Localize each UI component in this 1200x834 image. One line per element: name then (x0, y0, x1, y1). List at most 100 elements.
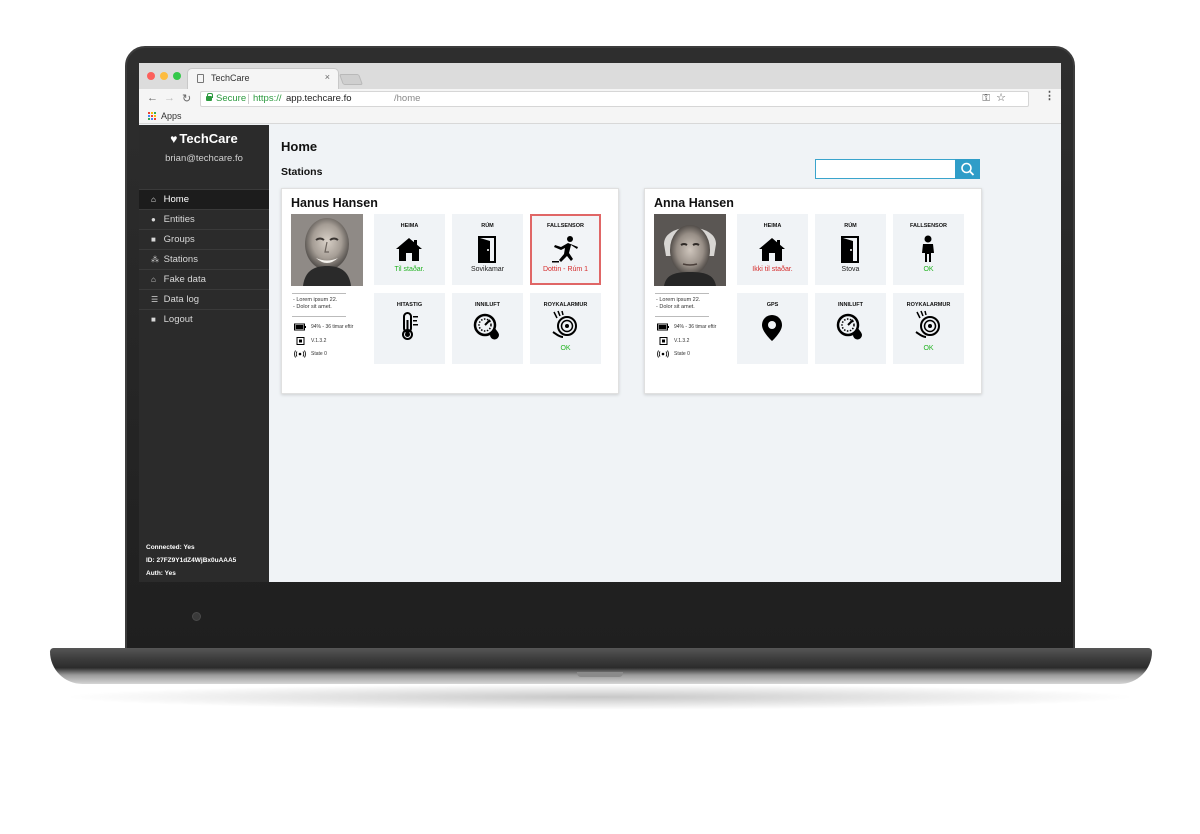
tile-fallsensor[interactable]: FALLSENSOR OK (893, 214, 964, 285)
key-icon[interactable]: ⚿ (982, 92, 990, 106)
secure-label: Secure (216, 93, 247, 104)
tile-status: Dottin - Rúm 1 (542, 266, 589, 273)
tile-label: INNILUFT (837, 302, 864, 308)
tile-fallsensor[interactable]: FALLSENSOR Dottin - Rúm 1 (530, 214, 601, 285)
apps-bookmark[interactable]: Apps (161, 111, 182, 121)
map-pin-icon (758, 314, 786, 342)
signal-icon (294, 350, 306, 358)
apps-grid-icon[interactable] (148, 112, 157, 121)
resident-photo (654, 214, 726, 286)
falling-person-icon (551, 235, 579, 263)
search-button[interactable] (955, 159, 980, 179)
lock-icon (206, 93, 213, 101)
sidebar-item-entities[interactable]: ● Entities (139, 209, 269, 229)
tile-roykalarmur[interactable]: ROYKALARMUR OK (893, 293, 964, 364)
station-card[interactable]: Hanus Hansen - Lorem ipsum 22. - Dolor s… (281, 188, 619, 394)
resident-note: - Lorem ipsum 22. (656, 297, 701, 303)
sidebar-item-fake-data[interactable]: ⌂ Fake data (139, 269, 269, 289)
tile-roykalarmur[interactable]: ROYKALARMUR OK (530, 293, 601, 364)
tile-status: Sovikamar (470, 266, 505, 273)
tile-rum[interactable]: RÚM Stova (815, 214, 886, 285)
laptop-lid-notch (577, 672, 623, 677)
humidity-gauge-icon (836, 313, 864, 341)
url-path: /home (394, 93, 421, 104)
tile-inniluft[interactable]: INNILUFT (815, 293, 886, 364)
sidebar: ♥ TechCare brian@techcare.fo ⌂ Home ● Ent… (139, 125, 269, 582)
sidebar-item-stations[interactable]: ⁂ Stations (139, 249, 269, 269)
tile-heima[interactable]: HEIMA Til staðar. (374, 214, 445, 285)
lock-icon: ■ (151, 315, 156, 324)
home-icon: ⌂ (151, 195, 156, 204)
section-title: Stations (281, 166, 323, 178)
firmware-version: V.1.3.2 (311, 338, 327, 344)
tile-heima[interactable]: HEIMA Ikki til staðar. (737, 214, 808, 285)
status-auth: Auth: Yes (146, 570, 176, 577)
resident-note: - Dolor sit amet. (293, 304, 332, 310)
tile-status: Ikki til staðar. (752, 266, 793, 273)
tile-gps[interactable]: GPS (737, 293, 808, 364)
sidebar-item-label: Entities (163, 214, 195, 225)
divider (292, 316, 346, 317)
connection-status: Connected: Yes ID: 27FZ9Y1dZ4WjBx0uAAA5 … (146, 541, 236, 580)
battery-status: 94% - 36 timar eftir (311, 324, 354, 330)
sidebar-item-data-log[interactable]: ☰ Data log (139, 289, 269, 309)
sidebar-item-groups[interactable]: ■ Groups (139, 229, 269, 249)
signal-icon (657, 350, 669, 358)
sidebar-item-logout[interactable]: ■ Logout (139, 309, 269, 329)
tile-hitastig[interactable]: HITASTIG (374, 293, 445, 364)
brand-logo[interactable]: ♥ TechCare (139, 131, 269, 146)
station-name: Hanus Hansen (291, 196, 378, 210)
tile-rum[interactable]: RÚM Sovikamar (452, 214, 523, 285)
station-card[interactable]: Anna Hansen - Lorem ipsum 22. - Dolor si… (644, 188, 982, 394)
close-window-icon[interactable] (147, 72, 155, 80)
tile-label: HEIMA (763, 223, 782, 229)
divider (655, 316, 709, 317)
status-connected: Connected: Yes (146, 544, 195, 551)
browser-menu-icon[interactable]: ⋮ (1044, 89, 1055, 102)
new-tab-button[interactable] (338, 74, 364, 85)
door-icon (473, 235, 501, 263)
main-content: Home Stations Hanus Hansen - Lorem ipsum… (269, 125, 1061, 582)
address-bar[interactable]: Secure https:// app.techcare.fo /home ⚿ … (200, 91, 1029, 107)
tile-status: Stova (841, 266, 860, 273)
station-name: Anna Hansen (654, 196, 734, 210)
firmware-version: V.1.3.2 (674, 338, 690, 344)
divider (292, 293, 346, 294)
smoke-alarm-icon (914, 310, 942, 338)
bookmark-star-icon[interactable]: ☆ (996, 91, 1006, 105)
sitemap-icon: ⁂ (151, 255, 159, 264)
sidebar-item-home[interactable]: ⌂ Home (139, 189, 269, 209)
house-icon (758, 235, 786, 263)
sidebar-item-label: Fake data (163, 274, 206, 285)
sidebar-item-label: Stations (163, 254, 198, 265)
resident-notes: - Lorem ipsum 22. - Dolor sit amet. (656, 297, 700, 311)
resident-notes: - Lorem ipsum 22. - Dolor sit amet. (293, 297, 337, 311)
tile-label: GPS (766, 302, 779, 308)
user-icon: ● (151, 215, 156, 224)
tab-close-icon[interactable]: × (325, 72, 330, 82)
browser-tab-bar: TechCare × (139, 63, 1061, 89)
resident-note: - Dolor sit amet. (656, 304, 695, 310)
laptop-shadow (60, 684, 1140, 710)
browser-tab[interactable]: TechCare × (187, 68, 339, 89)
webcam-icon (192, 612, 201, 621)
laptop-base (50, 648, 1152, 684)
user-email: brian@techcare.fo (165, 153, 243, 164)
tile-label: RÚM (844, 223, 857, 229)
techcare-app: ♥ TechCare brian@techcare.fo ⌂ Home ● Ent… (139, 125, 1061, 582)
reload-icon[interactable]: ↻ (182, 92, 191, 105)
minimize-window-icon[interactable] (160, 72, 168, 80)
back-icon[interactable]: ← (147, 92, 158, 104)
forward-icon[interactable]: → (164, 92, 175, 104)
maximize-window-icon[interactable] (173, 72, 181, 80)
battery-icon (294, 323, 306, 331)
sidebar-nav: ⌂ Home ● Entities ■ Groups ⁂ Stations ⌂ (139, 189, 269, 329)
page-title: Home (281, 139, 318, 154)
tile-inniluft[interactable]: INNILUFT (452, 293, 523, 364)
home-icon: ⌂ (151, 275, 156, 284)
tile-label: HEIMA (400, 223, 419, 229)
browser-toolbar: ← → ↻ Secure https:// app.techcare.fo /h… (139, 89, 1061, 109)
search-input[interactable] (815, 159, 956, 179)
device-state: State 0 (674, 351, 690, 357)
thermometer-icon (395, 312, 423, 340)
